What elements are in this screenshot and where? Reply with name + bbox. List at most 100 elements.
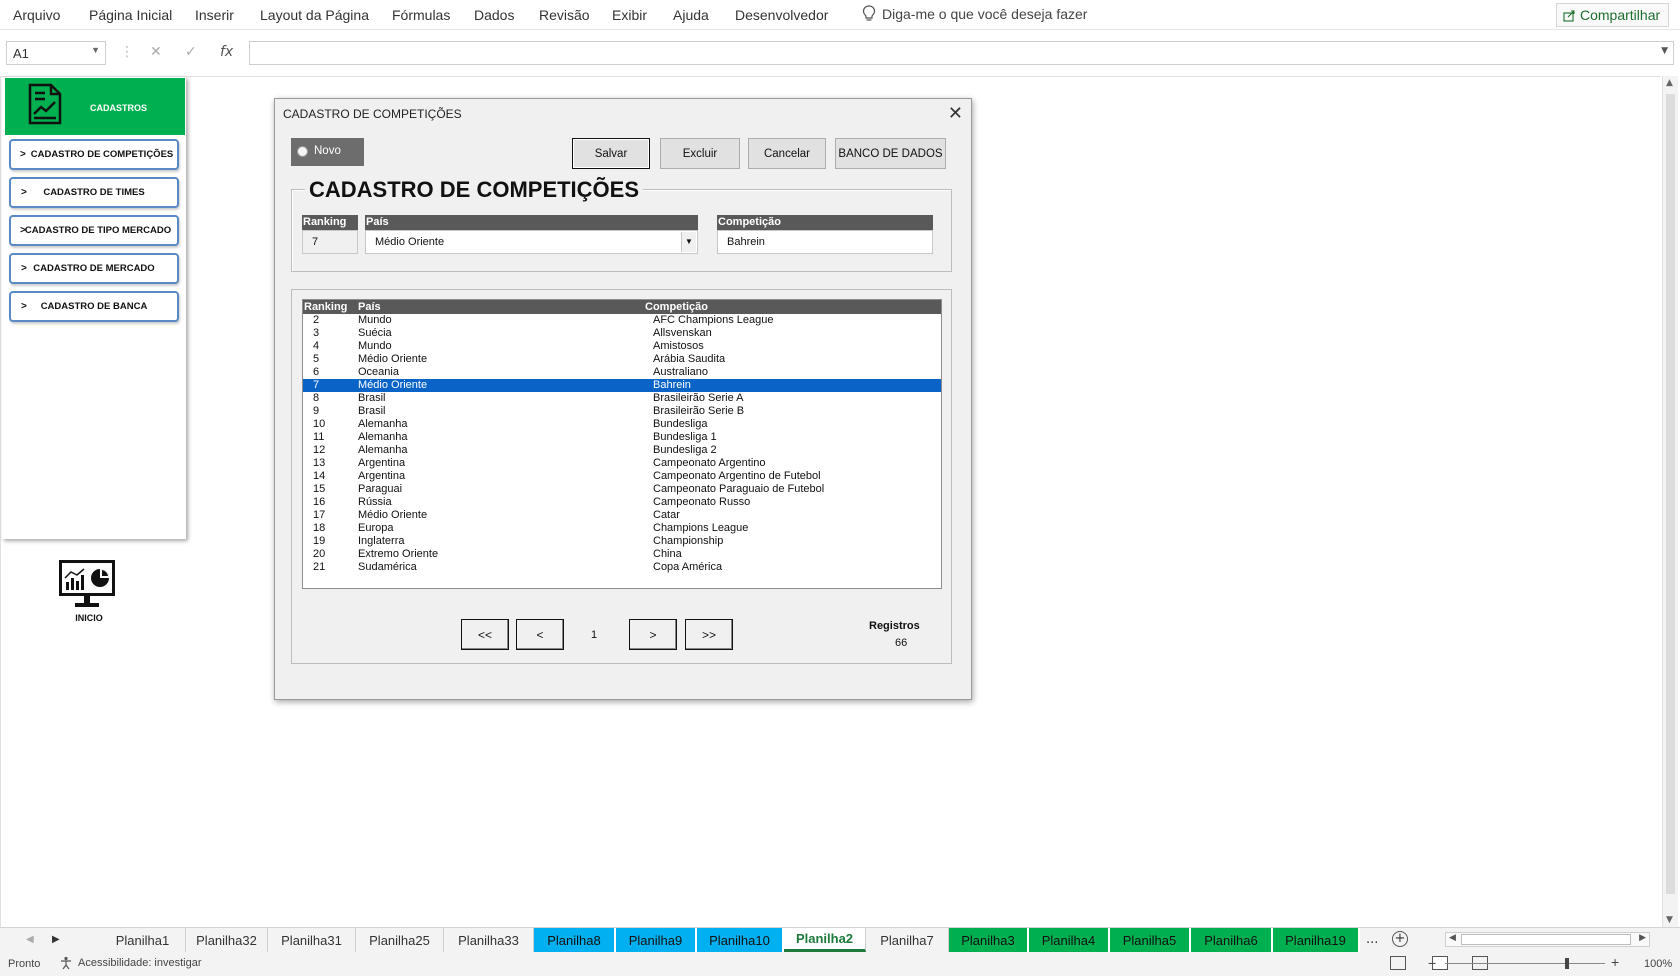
sheet-tab-planilha32[interactable]: Planilha32 (186, 928, 268, 952)
list-cell-ranking: 15 (313, 483, 326, 495)
scroll-up-icon[interactable]: ▲ (1666, 78, 1673, 88)
menu-ajuda[interactable]: Ajuda (673, 7, 709, 23)
nav-cadastro-banca-button[interactable]: > CADASTRO DE BANCA (9, 291, 179, 322)
novo-toggle[interactable]: Novo (291, 138, 364, 166)
list-row[interactable]: 9 Brasil Brasileirão Serie B (303, 405, 941, 418)
menu-dados[interactable]: Dados (474, 7, 514, 23)
zoom-in-icon[interactable]: + (1611, 954, 1619, 970)
hscroll-thumb[interactable] (1461, 934, 1631, 945)
tab-scroll-right-icon[interactable]: ▶ (52, 934, 60, 945)
scroll-thumb[interactable] (1666, 94, 1675, 894)
salvar-button[interactable]: Salvar (572, 138, 650, 169)
cancel-icon[interactable]: ✕ (150, 44, 162, 60)
name-box[interactable]: A1 ▼ (6, 41, 106, 65)
sheet-tab-planilha1[interactable]: Planilha1 (100, 928, 186, 952)
ranking-field[interactable]: 7 (302, 230, 358, 254)
menu-inserir[interactable]: Inserir (195, 7, 234, 23)
fx-icon[interactable]: fx (220, 44, 233, 60)
list-row[interactable]: 6 Oceania Australiano (303, 366, 941, 379)
list-row[interactable]: 4 Mundo Amistosos (303, 340, 941, 353)
accessibility-status[interactable]: Acessibilidade: investigar (60, 956, 202, 970)
normal-view-icon[interactable] (1390, 956, 1406, 970)
zoom-slider[interactable] (1445, 958, 1605, 969)
list-row[interactable]: 14 Argentina Campeonato Argentino de Futeb… (303, 470, 941, 483)
cancelar-button[interactable]: Cancelar (748, 138, 826, 169)
menu-revisao[interactable]: Revisão (539, 7, 590, 23)
list-row[interactable]: 19 Inglaterra Championship (303, 535, 941, 548)
tab-scroll-left-icon[interactable]: ◀ (26, 934, 34, 945)
sheet-tab-planilha25[interactable]: Planilha25 (356, 928, 444, 952)
next-page-button[interactable]: > (629, 619, 677, 650)
nav-cadastro-mercado-button[interactable]: > CADASTRO DE MERCADO (9, 253, 179, 284)
expand-formula-icon[interactable]: ▼ (1661, 46, 1668, 56)
competicao-input[interactable]: Bahrein (717, 230, 933, 254)
list-row[interactable]: 18 Europa Champions League (303, 522, 941, 535)
scroll-down-icon[interactable]: ▼ (1666, 915, 1673, 925)
sheet-tab-planilha3[interactable]: Planilha3 (949, 928, 1029, 952)
formula-input[interactable]: ▼ (249, 41, 1674, 65)
menu-arquivo[interactable]: Arquivo (13, 7, 60, 23)
list-row[interactable]: 10 Alemanha Bundesliga (303, 418, 941, 431)
horizontal-scrollbar[interactable]: ◀ ▶ (1445, 932, 1650, 947)
list-row[interactable]: 11 Alemanha Bundesliga 1 (303, 431, 941, 444)
chevron-down-icon[interactable]: ▼ (681, 232, 696, 252)
enter-icon[interactable]: ✓ (185, 44, 197, 60)
sheet-tab-planilha19[interactable]: Planilha19 (1273, 928, 1360, 952)
sheet-tab-planilha6[interactable]: Planilha6 (1191, 928, 1273, 952)
zoom-knob[interactable] (1565, 958, 1569, 969)
share-button[interactable]: Compartilhar (1556, 3, 1669, 27)
vertical-scrollbar[interactable]: ▲ ▼ (1662, 76, 1678, 927)
nav-cadastro-times-button[interactable]: > CADASTRO DE TIMES (9, 177, 179, 208)
list-row[interactable]: 12 Alemanha Bundesliga 2 (303, 444, 941, 457)
excluir-button[interactable]: Excluir (660, 138, 740, 169)
list-row[interactable]: 7 Médio Oriente Bahrein (303, 379, 941, 392)
chevron-down-icon[interactable]: ▼ (91, 45, 100, 55)
zoom-level[interactable]: 100% (1644, 958, 1672, 970)
scroll-right-icon[interactable]: ▶ (1639, 933, 1646, 943)
sheet-tab-planilha5[interactable]: Planilha5 (1110, 928, 1191, 952)
inicio-button[interactable]: INICIO (57, 558, 121, 628)
competicoes-list[interactable]: Ranking País Competição 2 Mundo AFC Champi… (302, 299, 942, 589)
sheet-tab-planilha8[interactable]: Planilha8 (534, 928, 616, 952)
menu-desenvolvedor[interactable]: Desenvolvedor (735, 7, 828, 23)
tell-me-search[interactable]: Diga-me o que você deseja fazer (862, 5, 1087, 23)
list-row[interactable]: 13 Argentina Campeonato Argentino (303, 457, 941, 470)
menu-layout-pagina[interactable]: Layout da Página (260, 7, 369, 23)
list-row[interactable]: 17 Médio Oriente Catar (303, 509, 941, 522)
list-row[interactable]: 15 Paraguai Campeonato Paraguaio de Futebo… (303, 483, 941, 496)
list-row[interactable]: 2 Mundo AFC Champions League (303, 314, 941, 327)
prev-page-button[interactable]: < (516, 619, 564, 650)
nav-cadastro-competicoes-button[interactable]: > CADASTRO DE COMPETIÇÕES (9, 139, 179, 170)
more-tabs-icon[interactable]: ... (1366, 932, 1378, 947)
add-sheet-icon[interactable]: + (1392, 931, 1408, 947)
list-cell-competicao: Catar (653, 509, 680, 521)
pais-select[interactable]: Médio Oriente ▼ (365, 230, 698, 254)
sheet-tab-planilha9[interactable]: Planilha9 (616, 928, 697, 952)
sheet-tab-planilha2[interactable]: Planilha2 (784, 928, 866, 952)
menu-pagina-inicial[interactable]: Página Inicial (89, 7, 172, 23)
first-page-button[interactable]: << (461, 619, 509, 650)
list-cell-ranking: 10 (313, 418, 326, 430)
list-row[interactable]: 8 Brasil Brasileirão Serie A (303, 392, 941, 405)
sheet-tab-planilha4[interactable]: Planilha4 (1029, 928, 1110, 952)
list-row[interactable]: 20 Extremo Oriente China (303, 548, 941, 561)
sheet-tab-planilha7[interactable]: Planilha7 (866, 928, 949, 952)
registros-value: 66 (895, 637, 908, 649)
sheet-tab-planilha33[interactable]: Planilha33 (444, 928, 534, 952)
scroll-left-icon[interactable]: ◀ (1449, 933, 1456, 943)
competicao-value: Bahrein (727, 236, 765, 248)
sheet-tab-planilha31[interactable]: Planilha31 (268, 928, 356, 952)
list-row[interactable]: 21 Sudamérica Copa América (303, 561, 941, 574)
sheet-tab-planilha10[interactable]: Planilha10 (697, 928, 784, 952)
cadastros-header[interactable]: CADASTROS (5, 78, 185, 135)
banco-de-dados-button[interactable]: BANCO DE DADOS (835, 138, 946, 169)
menu-exibir[interactable]: Exibir (612, 7, 647, 23)
close-icon[interactable]: ✕ (948, 103, 963, 124)
list-row[interactable]: 5 Médio Oriente Arábia Saudita (303, 353, 941, 366)
zoom-out-icon[interactable]: − (1428, 955, 1436, 971)
menu-formulas[interactable]: Fórmulas (392, 7, 450, 23)
nav-cadastro-tipo-mercado-button[interactable]: > CADASTRO DE TIPO MERCADO (9, 215, 179, 246)
last-page-button[interactable]: >> (685, 619, 733, 650)
list-row[interactable]: 16 Rússia Campeonato Russo (303, 496, 941, 509)
list-row[interactable]: 3 Suécia Allsvenskan (303, 327, 941, 340)
